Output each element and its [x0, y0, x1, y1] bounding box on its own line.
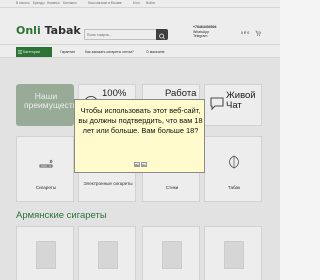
age-verification-dialog: Чтобы использовать этот веб-сайт, вы дол… [74, 99, 205, 173]
confirm-age-yes-button[interactable]: Да [134, 162, 140, 167]
age-verification-buttons: Да Нет [134, 162, 148, 167]
confirm-age-no-button[interactable]: Нет [141, 162, 147, 167]
age-verification-message: Чтобы использовать этот веб-сайт, вы дол… [78, 106, 203, 135]
